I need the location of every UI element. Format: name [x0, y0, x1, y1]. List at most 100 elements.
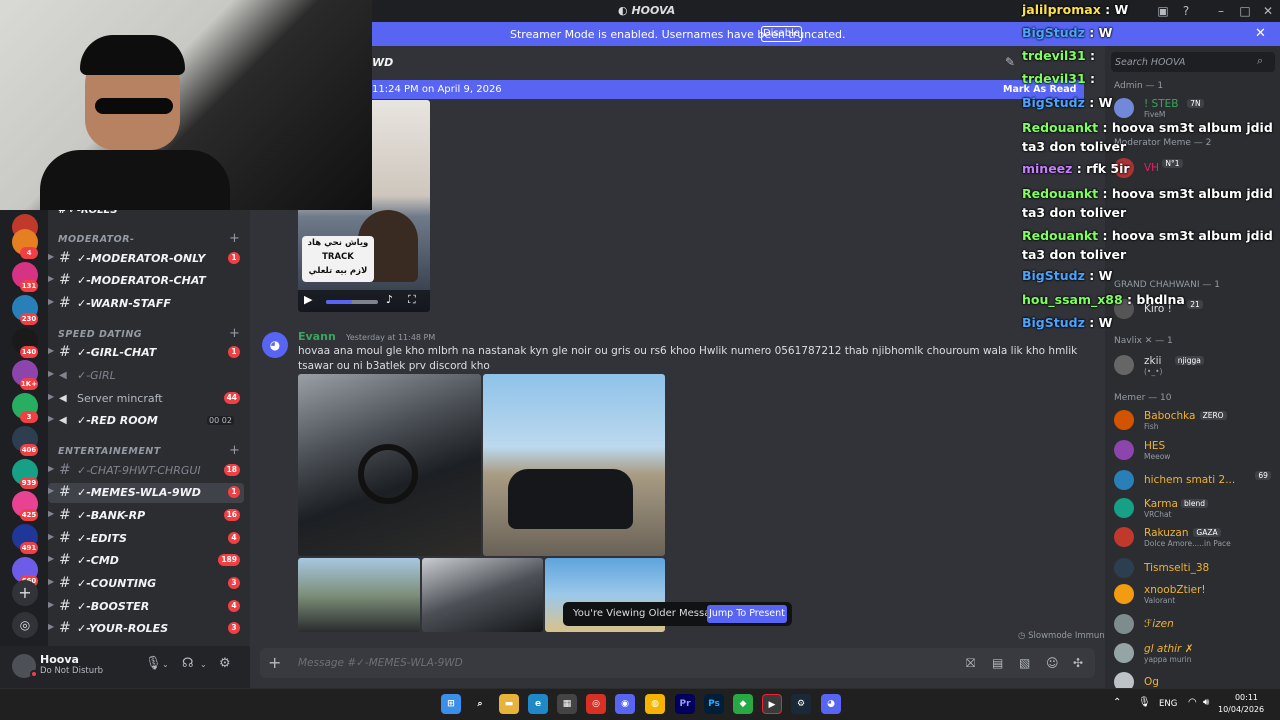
- channel-item[interactable]: ▶ # ✓-BOOSTER 4: [48, 597, 244, 617]
- channel-item[interactable]: ▶ # ✓-MODERATOR-CHAT: [48, 271, 244, 291]
- minimize-button[interactable]: –: [1213, 3, 1229, 19]
- channel-item[interactable]: ▶ # ✓-CHAT-9HWT-CHRGUI 18: [48, 461, 244, 481]
- close-window-button[interactable]: ✕: [1260, 3, 1276, 19]
- premiere-icon[interactable]: Pr: [675, 694, 695, 714]
- app-icon-purple[interactable]: ◉: [615, 694, 635, 714]
- car-interior-image[interactable]: [298, 374, 481, 556]
- search-icon[interactable]: ⌕: [470, 694, 490, 714]
- user-name[interactable]: Hoova: [40, 653, 79, 666]
- maximize-button[interactable]: □: [1237, 3, 1253, 19]
- create-channel-plus-icon[interactable]: +: [229, 443, 240, 458]
- member-item[interactable]: ! STEB FiveM 7N: [1110, 96, 1275, 120]
- fullscreen-icon[interactable]: ⛶: [408, 293, 416, 307]
- channel-item[interactable]: ▶ # ✓-GIRL-CHAT 1: [48, 343, 244, 363]
- member-item[interactable]: Rakuzan Dolce Amore.....in Pace GAZA: [1110, 525, 1275, 549]
- member-tag: ZERO: [1199, 411, 1227, 420]
- channel-item[interactable]: ▶ # ✓-EDITS 4: [48, 529, 244, 549]
- tray-chevron-icon[interactable]: ⌃: [1113, 697, 1121, 708]
- jump-to-present-button[interactable]: Jump To Present: [707, 605, 787, 623]
- emoji-icon[interactable]: ☺: [1046, 656, 1059, 670]
- photoshop-icon[interactable]: Ps: [704, 694, 724, 714]
- apps-icon[interactable]: ✣: [1073, 656, 1083, 670]
- message-author[interactable]: Evann: [298, 330, 336, 343]
- chevron-down-icon[interactable]: ⌄: [162, 660, 169, 669]
- volume-icon[interactable]: ♪: [386, 293, 393, 306]
- gif-icon[interactable]: ▤: [992, 656, 1003, 670]
- hash-icon: #: [59, 620, 71, 636]
- search-icon[interactable]: ⌕: [1257, 54, 1263, 68]
- black-car-image[interactable]: [483, 374, 665, 556]
- car-photo-4[interactable]: [422, 558, 543, 632]
- member-item[interactable]: Babochka Fish ZERO: [1110, 408, 1275, 432]
- category-header[interactable]: SPEED DATING: [58, 329, 142, 340]
- create-channel-plus-icon[interactable]: +: [229, 231, 240, 246]
- microphone-icon[interactable]: 🎙︎: [145, 656, 162, 671]
- member-item[interactable]: VH N°1: [1110, 156, 1275, 180]
- tray-mic-icon[interactable]: 🎙︎: [1138, 697, 1151, 708]
- channel-item[interactable]: ▶ # ✓-CMD 189: [48, 551, 244, 571]
- video-progress-bar[interactable]: [326, 300, 378, 304]
- wifi-icon[interactable]: ◠: [1188, 697, 1197, 708]
- help-icon[interactable]: ?: [1178, 3, 1194, 19]
- car-photo-3[interactable]: [298, 558, 420, 632]
- channel-item[interactable]: ▶ ◀ ✓-GIRL: [48, 366, 244, 386]
- member-item[interactable]: Tismselti_38: [1110, 556, 1275, 580]
- avatar: [1114, 584, 1134, 604]
- streamlabs-icon[interactable]: ▶: [762, 694, 782, 714]
- file-explorer-icon[interactable]: ▬: [499, 694, 519, 714]
- store-icon[interactable]: ▦: [557, 694, 577, 714]
- category-header[interactable]: ENTERTAINEMENT: [58, 446, 161, 457]
- add-attachment-icon[interactable]: +: [268, 653, 281, 672]
- clock-date[interactable]: 10/04/2026: [1218, 705, 1264, 714]
- member-name: Tismselti_38: [1144, 562, 1210, 574]
- disable-streamer-mode-button[interactable]: Disable: [761, 26, 802, 42]
- chevron-down-icon[interactable]: ⌄: [200, 660, 207, 669]
- stream-chat-separator: :: [1098, 228, 1112, 243]
- channel-item[interactable]: ▶ # ✓-BANK-RP 16: [48, 506, 244, 526]
- member-item[interactable]: gl athir ✗ yappa murin: [1110, 641, 1275, 665]
- channel-item[interactable]: ▶ # ✓-MODERATOR-ONLY 1: [48, 249, 244, 269]
- stream-chat-line: jalilpromax : W: [1022, 2, 1128, 17]
- inbox-icon[interactable]: ▣: [1155, 3, 1171, 19]
- add-server-icon[interactable]: +: [12, 580, 38, 606]
- member-item[interactable]: xnoobZtier! Valorant: [1110, 582, 1275, 606]
- member-search-input[interactable]: [1115, 55, 1255, 69]
- windows-start-icon[interactable]: ⊞: [441, 694, 461, 714]
- channel-item[interactable]: ▶ # ✓-YOUR-ROLES 3: [48, 619, 244, 639]
- message-input[interactable]: [298, 655, 898, 671]
- channel-name: ✓-GIRL-CHAT: [77, 346, 157, 359]
- sticker-icon[interactable]: ▧: [1019, 656, 1030, 670]
- stream-chat-line: hou_ssam_x88 : bhdlna: [1022, 292, 1185, 307]
- create-channel-plus-icon[interactable]: +: [229, 326, 240, 341]
- hash-icon: #: [59, 295, 71, 311]
- discord-taskbar-icon[interactable]: ◕: [821, 694, 841, 714]
- channel-item[interactable]: ▶ # ✓-COUNTING 3: [48, 574, 244, 594]
- close-banner-icon[interactable]: ✕: [1255, 26, 1266, 41]
- language-indicator[interactable]: ENG: [1159, 699, 1177, 709]
- discover-icon[interactable]: ◎: [12, 612, 38, 638]
- category-header[interactable]: MODERATOR-: [58, 234, 134, 245]
- edge-icon[interactable]: e: [528, 694, 548, 714]
- discord-avatar-icon[interactable]: ◕: [262, 332, 288, 358]
- app-icon-red[interactable]: ◎: [586, 694, 606, 714]
- steam-icon[interactable]: ⚙: [791, 694, 811, 714]
- app-icon-green[interactable]: ◆: [733, 694, 753, 714]
- channel-item[interactable]: ▶ ◀ Server mincraft 44: [48, 389, 244, 409]
- gift-icon[interactable]: ⛝: [966, 656, 975, 671]
- pin-icon[interactable]: ✎: [1005, 55, 1015, 69]
- channel-item[interactable]: ▶ # ✓-MEMES-WLA-9WD 1: [48, 483, 244, 503]
- member-item[interactable]: HES Meeow: [1110, 438, 1275, 462]
- play-icon[interactable]: ▶: [304, 293, 312, 306]
- member-item[interactable]: ℱizen: [1110, 612, 1275, 636]
- headphones-icon[interactable]: ☊: [182, 656, 194, 671]
- member-item[interactable]: hichem smati 2... 69: [1110, 468, 1275, 492]
- member-item[interactable]: Karma VRChat blend: [1110, 496, 1275, 520]
- chrome-icon[interactable]: ◍: [645, 694, 665, 714]
- volume-icon[interactable]: 🔊︎: [1203, 697, 1209, 708]
- member-item[interactable]: zkii (•_•) njigga: [1110, 353, 1275, 377]
- stream-chat-line: trdevil31 :: [1022, 71, 1095, 86]
- channel-item[interactable]: ▶ # ✓-WARN-STAFF: [48, 294, 244, 314]
- clock-time[interactable]: 00:11: [1218, 693, 1258, 702]
- gear-icon[interactable]: ⚙: [219, 656, 231, 671]
- channel-name: ✓-MODERATOR-ONLY: [77, 252, 206, 265]
